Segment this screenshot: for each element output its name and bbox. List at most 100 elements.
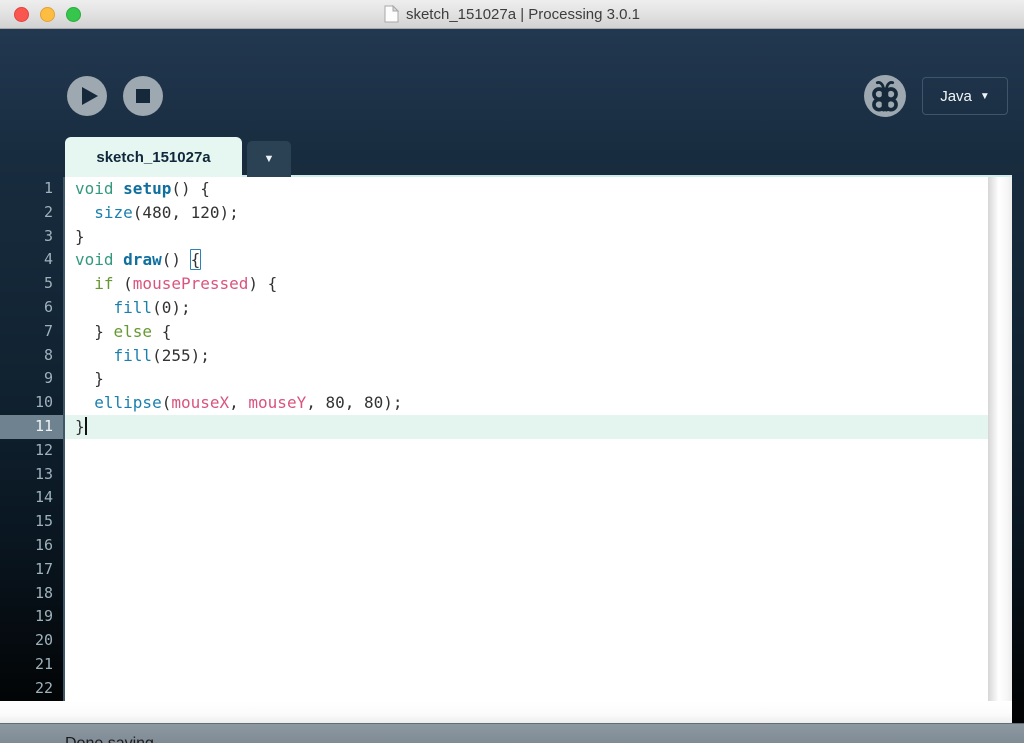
code-token: { — [189, 249, 202, 271]
code-token: ( — [161, 393, 172, 413]
play-icon — [82, 87, 98, 105]
line-number: 2 — [43, 202, 53, 221]
run-button[interactable] — [67, 76, 107, 116]
mode-label: Java — [940, 87, 972, 105]
code-line[interactable]: void setup() { — [65, 177, 988, 201]
code-token: () — [161, 250, 191, 270]
chevron-down-icon: ▼ — [979, 90, 990, 102]
stop-icon — [136, 89, 150, 103]
code-token: draw — [123, 250, 162, 270]
code-token: else — [113, 321, 153, 341]
stop-button[interactable] — [123, 76, 163, 116]
code-token: (480, 120); — [132, 202, 239, 222]
line-number: 21 — [34, 654, 53, 673]
code-line[interactable] — [65, 439, 988, 463]
code-token: mouseX — [171, 393, 230, 413]
line-number: 15 — [34, 512, 53, 531]
code-token: { — [152, 321, 172, 341]
code-area[interactable]: void setup() { size(480, 120);} void draw… — [65, 177, 988, 701]
zoom-button[interactable] — [66, 7, 81, 22]
code-line[interactable]: } else { — [65, 320, 988, 344]
code-line[interactable]: void draw() { — [65, 248, 988, 272]
code-token: ( — [113, 274, 133, 294]
text-cursor — [84, 416, 87, 435]
mode-selector-button[interactable]: Java ▼ — [922, 77, 1008, 115]
close-button[interactable] — [14, 7, 29, 22]
code-token: fill — [113, 297, 153, 317]
status-bar: Done saving. — [0, 723, 1024, 743]
line-number: 14 — [34, 488, 53, 507]
line-number: 8 — [43, 345, 53, 364]
window-title-group: sketch_151027a | Processing 3.0.1 — [0, 5, 1024, 23]
tab-sketch[interactable]: sketch_151027a — [65, 137, 242, 177]
code-token: if — [94, 274, 114, 294]
line-number: 6 — [43, 297, 53, 316]
line-number: 10 — [34, 393, 53, 412]
code-token: , 80, 80); — [306, 393, 403, 413]
document-icon — [384, 5, 399, 23]
code-token: } — [75, 321, 114, 341]
line-number: 19 — [34, 607, 53, 626]
debug-butterfly-icon — [872, 81, 898, 112]
code-token: void — [75, 179, 124, 198]
code-line[interactable]: size(480, 120); — [65, 201, 988, 225]
code-token: (255); — [152, 345, 210, 365]
window-title: sketch_151027a | Processing 3.0.1 — [405, 5, 641, 23]
line-number: 7 — [43, 321, 53, 340]
code-line[interactable] — [65, 558, 988, 582]
code-line[interactable] — [65, 582, 988, 606]
vertical-scrollbar[interactable] — [988, 177, 1012, 701]
window-frame: Java ▼ sketch_151027a ▼ 1 2 3 4 5 6 7 8 9 10 11 12 1… — [0, 29, 1024, 743]
code-line[interactable]: } — [65, 367, 988, 391]
code-line[interactable] — [65, 653, 988, 677]
line-number: 13 — [34, 464, 53, 483]
code-token: void — [75, 250, 124, 270]
code-line[interactable]: } — [65, 414, 988, 439]
code-token: } — [75, 369, 104, 389]
chevron-down-icon: ▼ — [263, 153, 275, 165]
processing-window: sketch_151027a | Processing 3.0.1 Java ▼… — [0, 0, 1024, 743]
code-line[interactable] — [65, 605, 988, 629]
tab-menu-button[interactable]: ▼ — [247, 141, 291, 177]
code-line[interactable]: ellipse(mouseX, mouseY, 80, 80); — [65, 391, 988, 415]
code-token: ) { — [248, 274, 278, 294]
debug-button[interactable] — [864, 75, 906, 117]
code-token: mousePressed — [132, 274, 249, 294]
editor-bottom-strip — [0, 701, 1012, 723]
code-line[interactable] — [65, 534, 988, 558]
line-number: 20 — [34, 631, 53, 650]
code-line[interactable]: fill(0); — [65, 296, 988, 320]
line-number: 9 — [43, 369, 53, 388]
code-line[interactable] — [65, 629, 988, 653]
line-number: 4 — [43, 250, 53, 269]
line-number: 1 — [43, 179, 53, 197]
line-number: 17 — [34, 559, 53, 578]
code-line[interactable]: if (mousePressed) { — [65, 272, 988, 296]
code-line[interactable] — [65, 463, 988, 487]
gutter: 1 2 3 4 5 6 7 8 9 10 11 12 13 14 15 16 17 18 19 20 21 22 — [0, 177, 63, 701]
code-token: } — [75, 416, 85, 436]
code-token: , — [229, 393, 249, 413]
minimize-button[interactable] — [40, 7, 55, 22]
traffic-lights — [14, 7, 81, 22]
code-line[interactable] — [65, 677, 988, 701]
code-line[interactable] — [65, 486, 988, 510]
line-number: 18 — [34, 583, 53, 602]
code-token: fill — [113, 345, 153, 365]
code-token: mouseY — [248, 393, 307, 413]
code-token: } — [75, 226, 85, 246]
code-token: ellipse — [94, 393, 162, 413]
line-number: 22 — [34, 678, 53, 697]
code-token: (0); — [152, 297, 191, 317]
status-message: Done saving. — [65, 735, 158, 743]
code-line[interactable]: fill(255); — [65, 344, 988, 368]
code-line[interactable] — [65, 510, 988, 534]
line-number: 11 — [0, 414, 63, 439]
code-token: setup — [123, 179, 172, 198]
code-line[interactable]: } — [65, 225, 988, 249]
code-token: size — [94, 202, 133, 222]
